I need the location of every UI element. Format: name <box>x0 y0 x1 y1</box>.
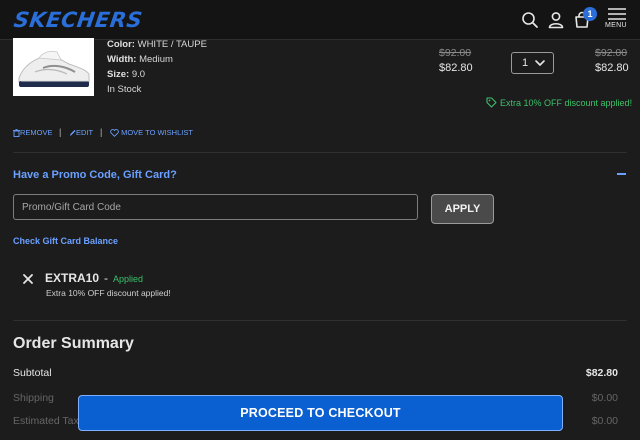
discount-note: Extra 10% OFF discount applied! <box>486 97 632 110</box>
check-gift-card-balance-link[interactable]: Check Gift Card Balance <box>13 236 118 246</box>
cart-count-badge: 1 <box>583 7 597 21</box>
color-label: Color: <box>107 39 135 50</box>
size-label: Size: <box>107 69 130 80</box>
collapse-minus-icon[interactable] <box>617 173 626 175</box>
remove-button[interactable]: REMOVE <box>13 128 53 137</box>
site-header: SKECHERS 1 MENU <box>0 0 640 40</box>
width-value: Medium <box>139 54 173 65</box>
edit-label: EDIT <box>76 128 94 137</box>
account-icon[interactable] <box>546 10 566 30</box>
unit-price-original: $92.00 <box>439 47 472 59</box>
hamburger-menu-icon[interactable] <box>607 6 627 22</box>
search-icon[interactable] <box>520 10 540 30</box>
color-value: WHITE / TAUPE <box>137 39 207 50</box>
applied-promo-message: Extra 10% OFF discount applied! <box>46 288 171 298</box>
trash-icon <box>13 128 20 137</box>
unit-price-sale: $82.80 <box>439 62 473 74</box>
tag-icon <box>486 97 497 108</box>
sneaker-image <box>13 38 94 96</box>
chevron-down-icon <box>535 60 545 66</box>
heart-icon <box>110 129 119 137</box>
size-value: 9.0 <box>131 69 146 80</box>
applied-status: Applied <box>113 274 144 284</box>
applied-promo-dash: - <box>104 271 109 285</box>
edit-button[interactable]: EDIT <box>69 128 93 137</box>
product-size: Size: 9.0 <box>107 69 145 80</box>
skechers-logo[interactable]: SKECHERS <box>12 8 144 32</box>
wishlist-label: MOVE TO WISHLIST <box>121 128 193 137</box>
shipping-value: $0.00 <box>591 392 618 404</box>
quantity-value: 1 <box>522 57 529 69</box>
line-total-original: $92.00 <box>595 47 628 59</box>
promo-code-input[interactable] <box>13 194 418 220</box>
shipping-label: Shipping <box>13 392 54 404</box>
move-to-wishlist-button[interactable]: MOVE TO WISHLIST <box>110 128 193 137</box>
promo-section-title[interactable]: Have a Promo Code, Gift Card? <box>13 169 177 181</box>
quantity-select[interactable]: 1 <box>511 52 554 74</box>
pencil-icon <box>70 130 76 137</box>
tax-label: Estimated Tax <box>13 415 79 427</box>
apply-button[interactable]: APPLY <box>431 194 494 224</box>
order-summary-title: Order Summary <box>13 335 134 352</box>
section-divider <box>13 320 627 321</box>
tax-value: $0.00 <box>591 415 618 427</box>
remove-label: REMOVE <box>20 128 53 137</box>
width-label: Width: <box>107 54 137 65</box>
subtotal-value: $82.80 <box>585 367 618 379</box>
section-divider <box>13 152 627 153</box>
product-color: Color: WHITE / TAUPE <box>107 39 207 50</box>
product-thumbnail[interactable] <box>13 38 94 96</box>
stock-status: In Stock <box>107 84 142 95</box>
proceed-to-checkout-button[interactable]: PROCEED TO CHECKOUT <box>78 395 563 431</box>
menu-label[interactable]: MENU <box>605 22 627 29</box>
discount-note-text: Extra 10% OFF discount applied! <box>500 97 633 108</box>
subtotal-label: Subtotal <box>13 367 52 379</box>
product-width: Width: Medium <box>107 54 173 65</box>
action-separator: | <box>59 127 62 137</box>
action-separator: | <box>100 127 103 137</box>
remove-promo-close-icon[interactable] <box>21 272 35 286</box>
applied-promo: EXTRA10- Applied <box>45 271 143 285</box>
applied-promo-code: EXTRA10 <box>45 271 100 285</box>
line-total-sale: $82.80 <box>595 62 629 74</box>
